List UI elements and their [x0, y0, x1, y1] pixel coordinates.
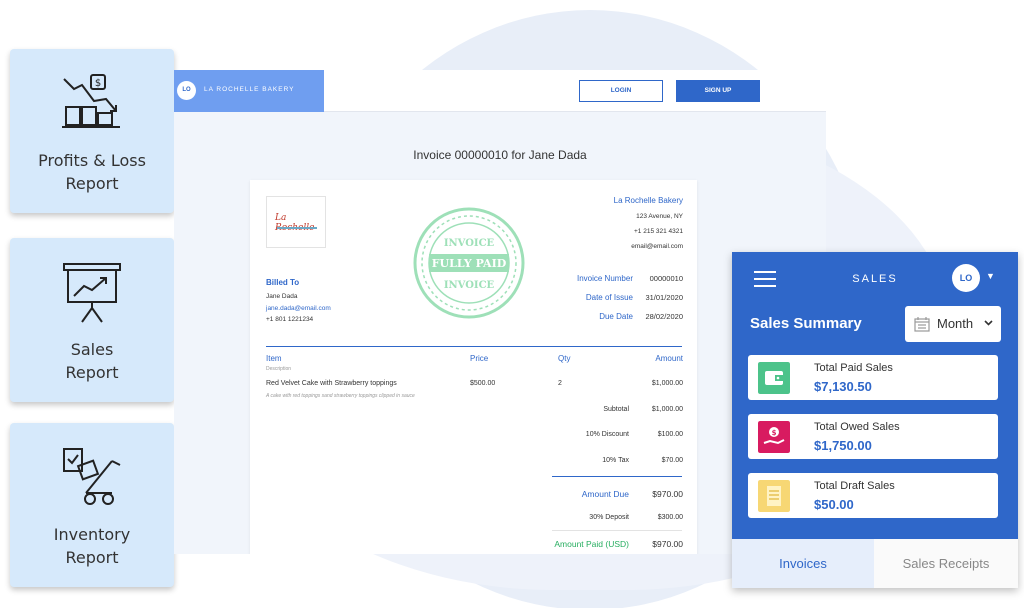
billed-to-email[interactable]: jane.dada@email.com — [266, 305, 331, 312]
stat-card-owed[interactable]: $ Total Owed Sales $1,750.00 — [748, 414, 998, 459]
hand-coin-icon: $ — [758, 421, 790, 453]
login-button[interactable]: LOGIN — [579, 80, 663, 102]
amount-due-label: Amount Due — [581, 489, 629, 499]
svg-text:$: $ — [772, 429, 777, 437]
column-header-amount: Amount — [655, 354, 683, 363]
sales-summary-title: Sales Summary — [750, 315, 862, 332]
inventory-cart-icon — [63, 448, 121, 505]
sales-panel: SALES LO ▼ Sales Summary Month Total Pai… — [732, 252, 1018, 588]
stamp-middle-text: FULLY PAID — [432, 257, 507, 270]
document-icon — [758, 480, 790, 512]
billed-to-heading: Billed To — [266, 278, 300, 287]
column-header-qty: Qty — [558, 354, 571, 363]
column-header-item: Item — [266, 354, 282, 363]
amount-due-value: $970.00 — [652, 489, 683, 499]
tax-value: $70.00 — [661, 457, 683, 464]
chevron-down-icon — [984, 320, 993, 326]
invoice-page-title: Invoice 00000010 for Jane Dada — [413, 148, 587, 162]
report-label-line2: Report — [65, 174, 119, 193]
invoice-number-value: 00000010 — [649, 274, 683, 283]
report-label: Profits & Loss Report — [10, 149, 174, 195]
deposit-divider — [552, 530, 682, 531]
stat-card-draft[interactable]: Total Draft Sales $50.00 — [748, 473, 998, 518]
stat-value: $50.00 — [814, 497, 854, 512]
report-label-line1: Sales — [70, 340, 114, 359]
calendar-icon — [914, 317, 930, 332]
date-of-issue-value: 31/01/2020 — [645, 293, 683, 302]
report-label-line2: Report — [65, 363, 119, 382]
tab-sales-receipts[interactable]: Sales Receipts — [874, 539, 1018, 588]
profit-loss-icon: $ — [62, 74, 120, 128]
company-email: email@email.com — [631, 243, 683, 250]
report-label-line1: Inventory — [53, 525, 131, 544]
signup-button[interactable]: SIGN UP — [676, 80, 760, 102]
svg-text:$: $ — [95, 78, 101, 89]
tax-label: 10% Tax — [602, 457, 629, 464]
presentation-chart-icon — [63, 263, 121, 323]
brand-logo: LO — [177, 81, 196, 100]
period-select[interactable]: Month — [905, 306, 1001, 342]
line-item-description: A cake with red toppings sand strawberry… — [266, 393, 415, 399]
bakery-logo-flourish — [277, 227, 317, 237]
invoice-number-label: Invoice Number — [576, 274, 633, 283]
avatar[interactable]: LO — [952, 264, 980, 292]
company-address: 123 Avenue, NY — [636, 213, 683, 220]
stamp-bottom-text: INVOICE — [444, 280, 495, 291]
marketing-composite: $ Profits & Loss Report Sales Report Inv… — [0, 0, 1024, 608]
deposit-value: $300.00 — [657, 514, 683, 521]
line-item-price: $500.00 — [470, 380, 496, 387]
wallet-icon — [758, 362, 790, 394]
report-label-line2: Report — [65, 548, 119, 567]
stat-label: Total Paid Sales — [814, 362, 893, 374]
deposit-label: 30% Deposit — [589, 514, 629, 521]
report-card-profit-loss[interactable]: $ Profits & Loss Report — [10, 49, 174, 213]
fully-paid-stamp: INVOICE FULLY PAID INVOICE — [413, 207, 525, 319]
stamp-top-text: INVOICE — [444, 238, 495, 249]
brand-name: LA ROCHELLE BAKERY — [204, 86, 295, 93]
brand-block[interactable]: LO LA ROCHELLE BAKERY — [174, 70, 324, 112]
report-label: Sales Report — [10, 338, 174, 384]
due-date-value: 28/02/2020 — [645, 312, 683, 321]
invoice-document: La Rochelle La Rochelle Bakery 123 Avenu… — [250, 180, 697, 554]
bakery-logo: La Rochelle — [266, 196, 326, 248]
due-date-label: Due Date — [599, 312, 633, 321]
column-header-price: Price — [470, 354, 489, 363]
line-item-name: Red Velvet Cake with Strawberry toppings — [266, 380, 397, 387]
amount-paid-value: $970.00 — [652, 539, 683, 549]
report-label-line1: Profits & Loss — [38, 151, 146, 170]
line-item-qty: 2 — [558, 380, 562, 387]
stat-label: Total Owed Sales — [814, 421, 900, 433]
company-name: La Rochelle Bakery — [613, 196, 683, 205]
stat-label: Total Draft Sales — [814, 480, 895, 492]
sales-tabs: Invoices Sales Receipts — [732, 539, 1018, 588]
discount-value: $100.00 — [657, 431, 683, 438]
discount-label: 10% Discount — [585, 431, 629, 438]
table-divider — [266, 346, 682, 347]
period-select-value: Month — [937, 316, 974, 331]
top-navbar: LO LA ROCHELLE BAKERY LOGIN SIGN UP — [174, 70, 826, 112]
tab-invoices[interactable]: Invoices — [732, 539, 874, 588]
report-card-sales[interactable]: Sales Report — [10, 238, 174, 402]
stat-value: $1,750.00 — [814, 438, 872, 453]
subtotal-label: Subtotal — [603, 406, 629, 413]
column-header-item-sub: Description — [266, 366, 292, 372]
billed-to-phone: +1 801 1221234 — [266, 316, 314, 323]
date-of-issue-label: Date of Issue — [585, 293, 633, 302]
totals-divider — [552, 476, 682, 477]
stat-card-paid[interactable]: Total Paid Sales $7,130.50 — [748, 355, 998, 400]
line-item-amount: $1,000.00 — [651, 380, 683, 387]
amount-paid-label: Amount Paid (USD) — [554, 539, 629, 549]
stat-value: $7,130.50 — [814, 379, 872, 394]
report-label: Inventory Report — [10, 523, 174, 569]
caret-down-icon[interactable]: ▼ — [986, 271, 995, 281]
invoice-window: LO LA ROCHELLE BAKERY LOGIN SIGN UP Invo… — [174, 70, 826, 554]
billed-to-name: Jane Dada — [266, 293, 298, 300]
subtotal-value: $1,000.00 — [651, 406, 683, 413]
company-phone: +1 215 321 4321 — [634, 228, 683, 235]
report-card-inventory[interactable]: Inventory Report — [10, 423, 174, 587]
